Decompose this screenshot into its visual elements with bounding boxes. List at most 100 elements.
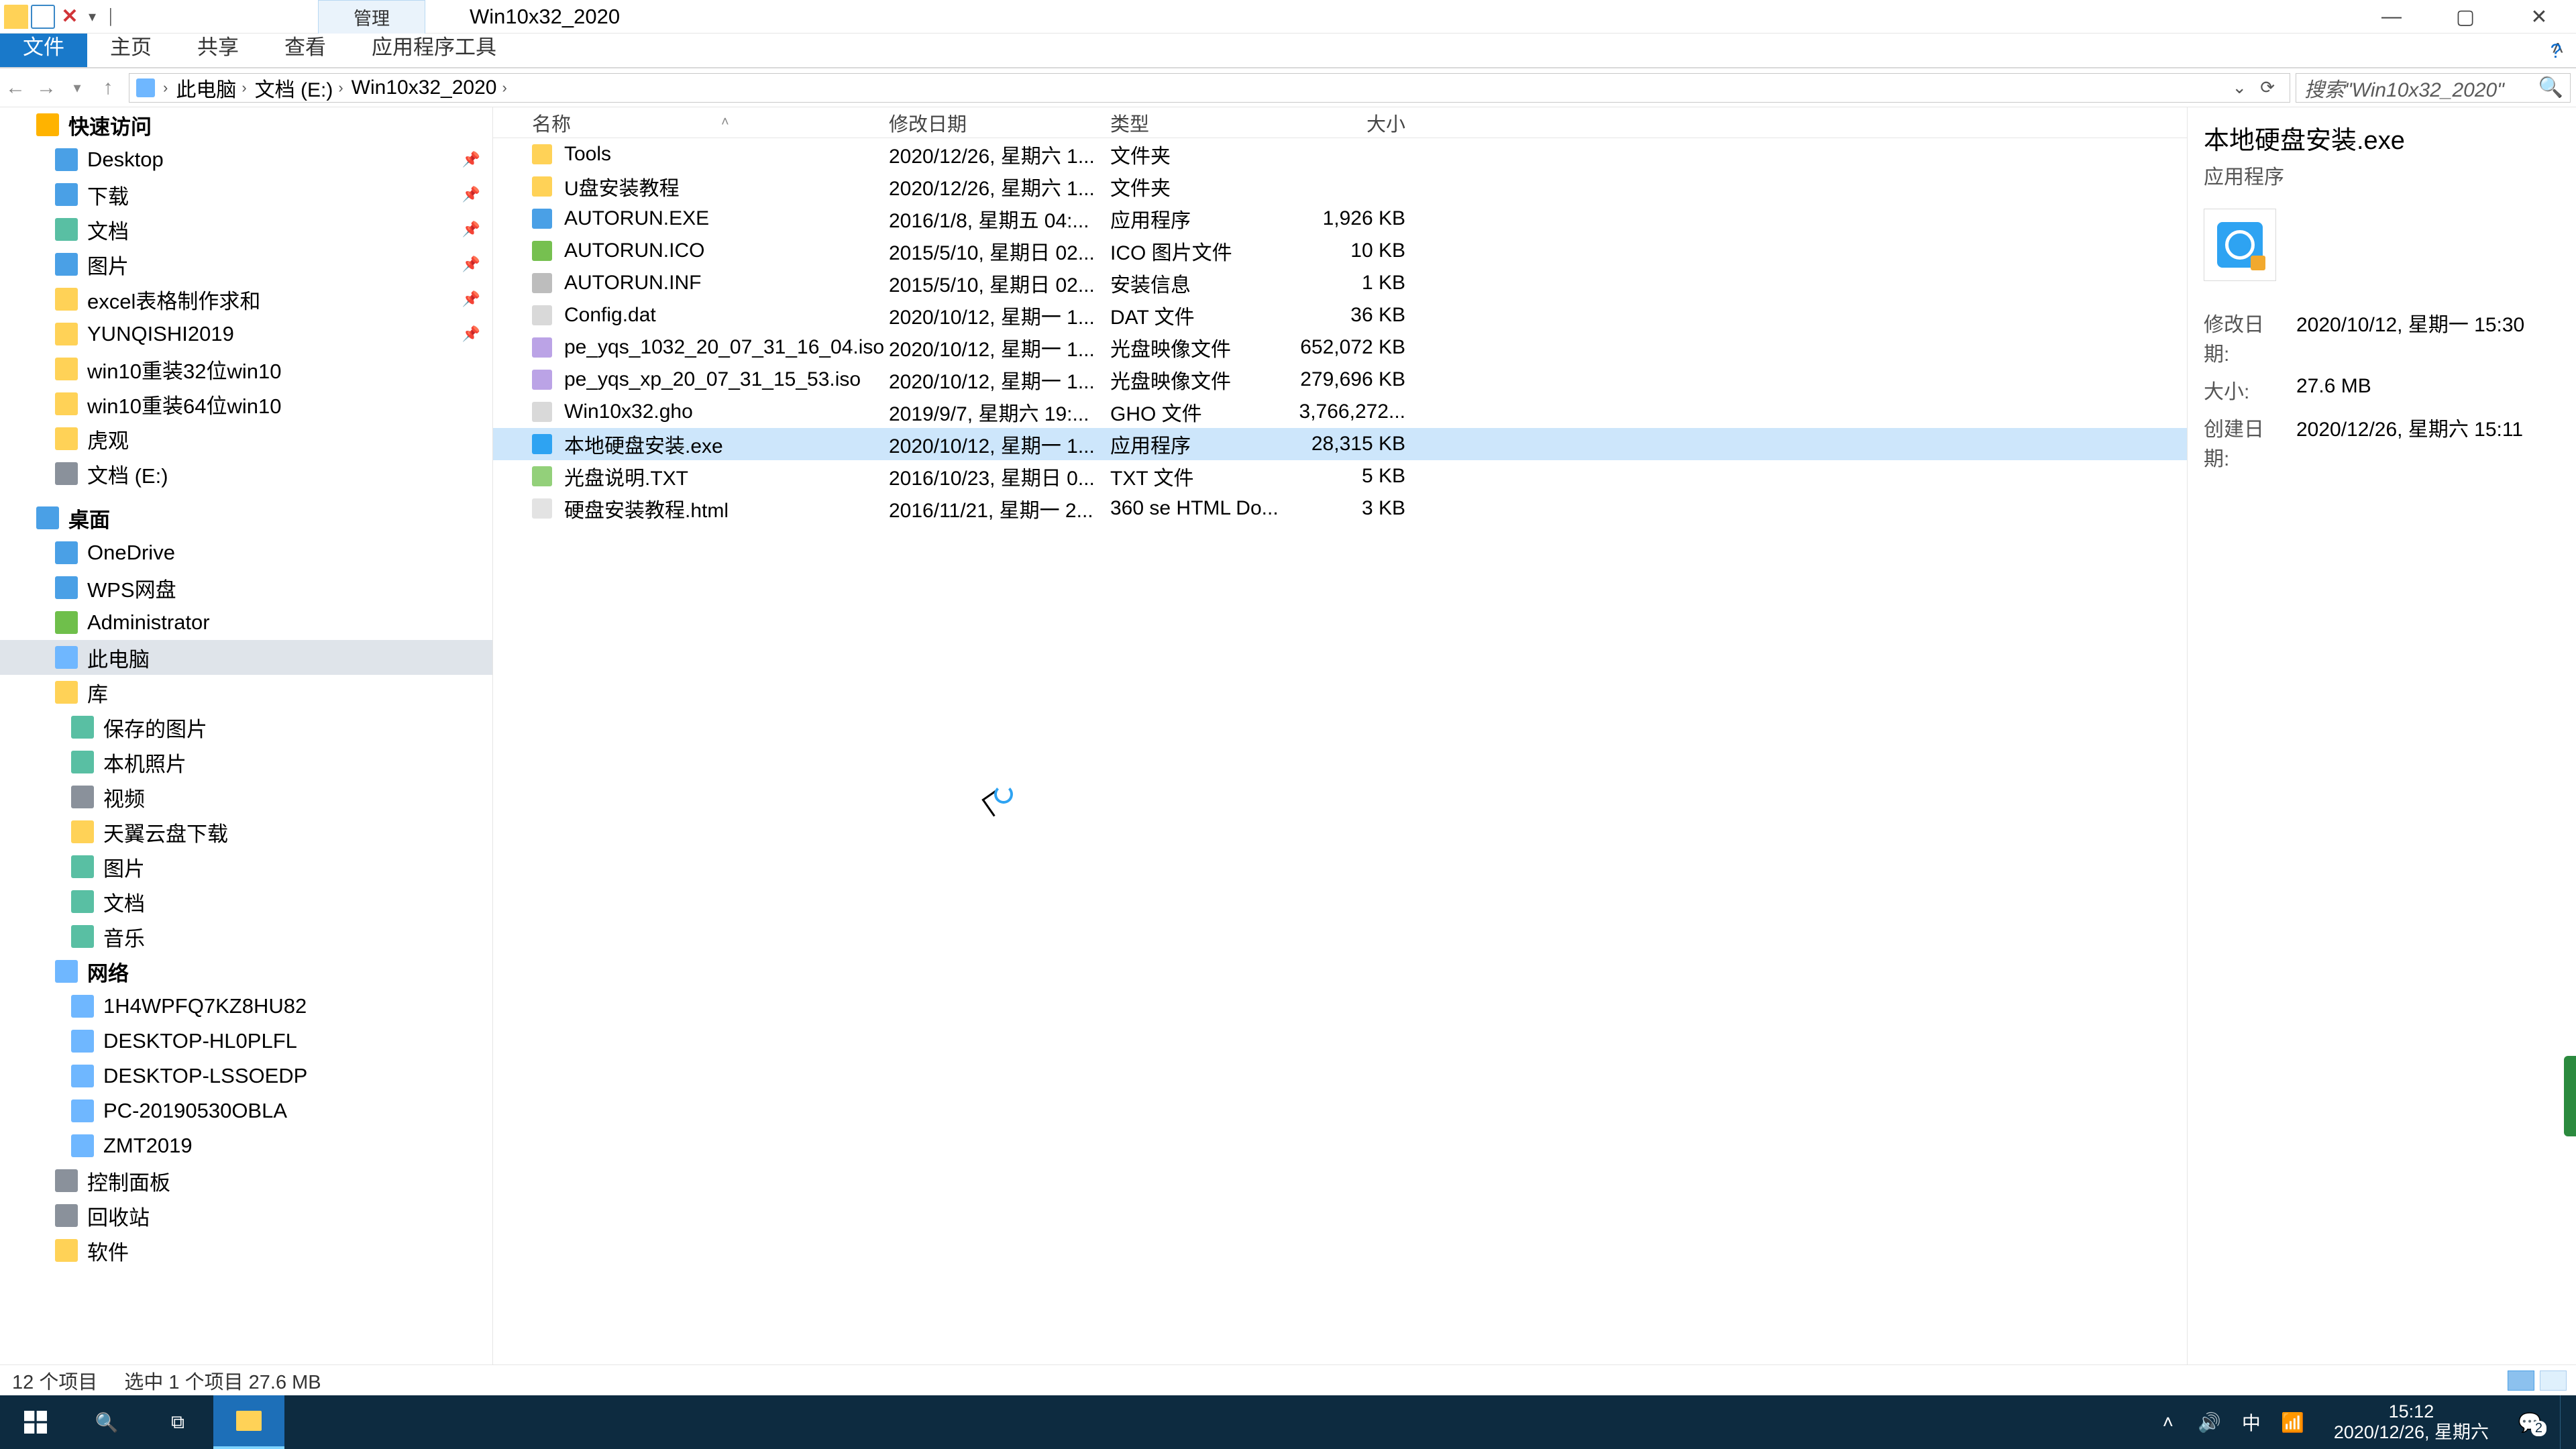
nav-item[interactable]: 天翼云盘下载 <box>0 814 492 849</box>
refresh-button[interactable]: ⟳ <box>2260 77 2275 98</box>
nav-item[interactable]: 下载📌 <box>0 177 492 212</box>
help-button[interactable]: ? <box>2536 35 2576 68</box>
nav-item[interactable]: 控制面板 <box>0 1163 492 1198</box>
nav-forward-button[interactable]: → <box>31 72 62 103</box>
taskbar-search-button[interactable]: 🔍 <box>71 1395 142 1449</box>
file-icon <box>532 305 552 325</box>
chevron-right-icon[interactable]: › <box>338 79 343 97</box>
side-panel-tab[interactable] <box>2564 1056 2576 1136</box>
minimize-button[interactable]: — <box>2355 0 2428 34</box>
nav-item[interactable]: 此电脑 <box>0 640 492 675</box>
nav-item-label: Desktop <box>87 148 164 172</box>
start-button[interactable] <box>0 1395 71 1449</box>
taskbar: 🔍 ⧉ ˄ 🔊 中 📶 15:12 2020/12/26, 星期六 💬2 <box>0 1395 2576 1449</box>
nav-recent-button[interactable]: ▾ <box>62 72 93 103</box>
nav-item[interactable]: 1H4WPFQ7KZ8HU82 <box>0 989 492 1024</box>
file-rows[interactable]: Tools2020/12/26, 星期六 1...文件夹U盘安装教程2020/1… <box>493 138 2187 1364</box>
nav-item[interactable]: Desktop📌 <box>0 142 492 177</box>
show-desktop-button[interactable] <box>2560 1395 2571 1449</box>
crumb-segment[interactable]: Win10x32_2020 <box>352 76 497 99</box>
file-row[interactable]: U盘安装教程2020/12/26, 星期六 1...文件夹 <box>493 170 2187 203</box>
contextual-tab-manage[interactable]: 管理 <box>318 0 425 34</box>
search-icon[interactable]: 🔍 <box>2538 76 2563 99</box>
nav-group-desktop[interactable]: 桌面 <box>0 500 492 535</box>
chevron-right-icon[interactable]: › <box>163 79 168 97</box>
nav-item-label: 库 <box>87 678 108 708</box>
file-row[interactable]: 硬盘安装教程.html2016/11/21, 星期一 2...360 se HT… <box>493 492 2187 525</box>
chevron-right-icon[interactable]: › <box>502 79 506 97</box>
tray-overflow-button[interactable]: ˄ <box>2157 1411 2180 1434</box>
crumb-segment[interactable]: 文档 (E:) <box>255 73 333 103</box>
file-row[interactable]: 本地硬盘安装.exe2020/10/12, 星期一 1...应用程序28,315… <box>493 428 2187 460</box>
file-name: Win10x32.gho <box>564 400 693 423</box>
nav-group-quickaccess[interactable]: 快速访问 <box>0 107 492 142</box>
column-name[interactable]: 名称˄ <box>493 109 889 137</box>
volume-icon[interactable]: 🔊 <box>2198 1411 2221 1434</box>
nav-item[interactable]: 图片 <box>0 849 492 884</box>
nav-item-label: ZMT2019 <box>103 1134 193 1158</box>
task-view-button[interactable]: ⧉ <box>142 1395 213 1449</box>
nav-item[interactable]: excel表格制作求和📌 <box>0 282 492 317</box>
nav-item[interactable]: 音乐 <box>0 919 492 954</box>
nav-item[interactable]: Administrator <box>0 605 492 640</box>
taskbar-explorer-button[interactable] <box>213 1395 284 1449</box>
nav-item[interactable]: 图片📌 <box>0 247 492 282</box>
qat-close-icon[interactable]: ✕ <box>58 5 82 29</box>
nav-item[interactable]: 文档 <box>0 884 492 919</box>
nav-item[interactable]: 库 <box>0 675 492 710</box>
navigation-pane[interactable]: 快速访问 Desktop📌下载📌文档📌图片📌excel表格制作求和📌YUNQIS… <box>0 107 493 1364</box>
network-icon[interactable]: 📶 <box>2282 1411 2304 1434</box>
nav-item[interactable]: 软件 <box>0 1233 492 1268</box>
nav-item-label: PC-20190530OBLA <box>103 1099 287 1123</box>
nav-item[interactable]: DESKTOP-LSSOEDP <box>0 1059 492 1093</box>
nav-item-icon <box>55 253 78 276</box>
file-row[interactable]: Config.dat2020/10/12, 星期一 1...DAT 文件36 K… <box>493 299 2187 331</box>
ime-indicator[interactable]: 中 <box>2240 1411 2263 1434</box>
address-dropdown-button[interactable]: ⌄ <box>2232 77 2247 98</box>
search-input[interactable]: 搜索"Win10x32_2020" 🔍 <box>2296 73 2571 103</box>
nav-group-network[interactable]: 网络 <box>0 954 492 989</box>
file-row[interactable]: AUTORUN.INF2015/5/10, 星期日 02...安装信息1 KB <box>493 267 2187 299</box>
file-type: 360 se HTML Do... <box>1110 497 1291 520</box>
column-date[interactable]: 修改日期 <box>889 109 1110 137</box>
nav-up-button[interactable]: ↑ <box>93 72 123 103</box>
nav-item[interactable]: 视频 <box>0 780 492 814</box>
chevron-right-icon[interactable]: › <box>241 79 246 97</box>
maximize-button[interactable]: ▢ <box>2428 0 2502 34</box>
column-type[interactable]: 类型 <box>1110 109 1291 137</box>
file-row[interactable]: pe_yqs_1032_20_07_31_16_04.iso2020/10/12… <box>493 331 2187 364</box>
chevron-down-icon[interactable]: ▾ <box>85 8 100 25</box>
file-row[interactable]: Win10x32.gho2019/9/7, 星期六 19:...GHO 文件3,… <box>493 396 2187 428</box>
file-row[interactable]: Tools2020/12/26, 星期六 1...文件夹 <box>493 138 2187 170</box>
close-button[interactable]: ✕ <box>2502 0 2576 34</box>
nav-item[interactable]: YUNQISHI2019📌 <box>0 317 492 352</box>
nav-item[interactable]: 保存的图片 <box>0 710 492 745</box>
pin-icon: 📌 <box>462 290 480 308</box>
file-row[interactable]: AUTORUN.EXE2016/1/8, 星期五 04:...应用程序1,926… <box>493 203 2187 235</box>
nav-item-icon <box>71 855 94 878</box>
nav-item[interactable]: 回收站 <box>0 1198 492 1233</box>
nav-item[interactable]: PC-20190530OBLA <box>0 1093 492 1128</box>
qat-save-icon[interactable] <box>31 5 55 29</box>
file-row[interactable]: 光盘说明.TXT2016/10/23, 星期日 0...TXT 文件5 KB <box>493 460 2187 492</box>
nav-item[interactable]: WPS网盘 <box>0 570 492 605</box>
nav-item[interactable]: 文档 (E:) <box>0 456 492 491</box>
action-center-button[interactable]: 💬2 <box>2518 1411 2541 1434</box>
nav-item[interactable]: win10重装64位win10 <box>0 386 492 421</box>
nav-item[interactable]: 文档📌 <box>0 212 492 247</box>
nav-item[interactable]: 虎观 <box>0 421 492 456</box>
nav-back-button[interactable]: ← <box>0 72 31 103</box>
taskbar-clock[interactable]: 15:12 2020/12/26, 星期六 <box>2323 1401 2500 1443</box>
file-row[interactable]: pe_yqs_xp_20_07_31_15_53.iso2020/10/12, … <box>493 364 2187 396</box>
view-details-button[interactable] <box>2508 1371 2534 1391</box>
nav-item[interactable]: DESKTOP-HL0PLFL <box>0 1024 492 1059</box>
nav-item[interactable]: win10重装32位win10 <box>0 352 492 386</box>
breadcrumb-bar[interactable]: › 此电脑 › 文档 (E:) › Win10x32_2020 › ⌄ ⟳ <box>129 73 2290 103</box>
nav-item[interactable]: OneDrive <box>0 535 492 570</box>
column-size[interactable]: 大小 <box>1291 109 1426 137</box>
nav-item[interactable]: 本机照片 <box>0 745 492 780</box>
crumb-segment[interactable]: 此电脑 <box>176 73 236 103</box>
nav-item[interactable]: ZMT2019 <box>0 1128 492 1163</box>
file-row[interactable]: AUTORUN.ICO2015/5/10, 星期日 02...ICO 图片文件1… <box>493 235 2187 267</box>
view-large-button[interactable] <box>2540 1371 2567 1391</box>
